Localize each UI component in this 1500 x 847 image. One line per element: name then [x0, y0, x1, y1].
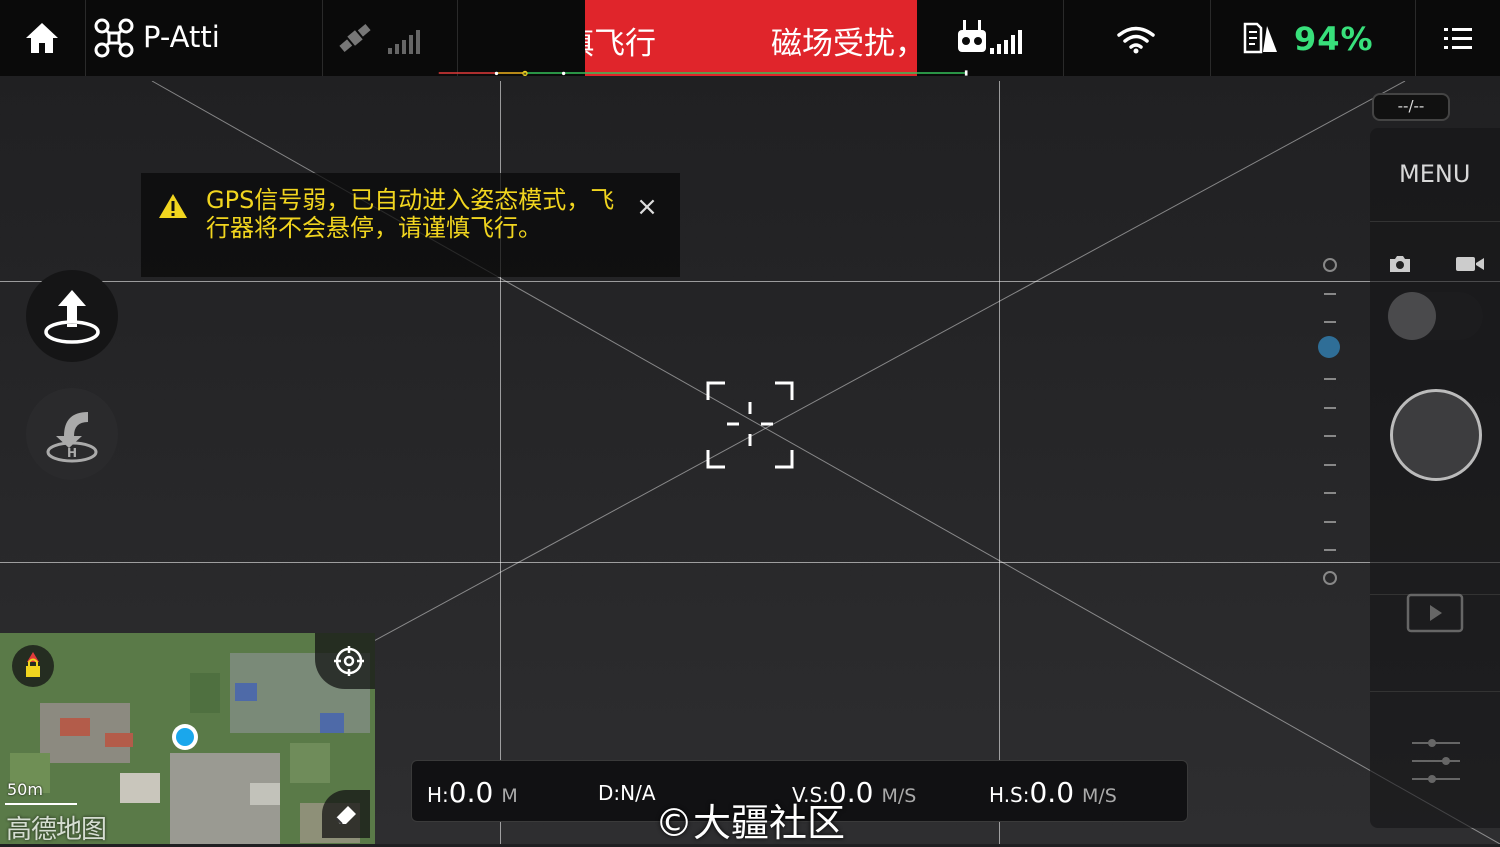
scale-tick	[1324, 549, 1336, 551]
return-home-button[interactable]: H	[26, 388, 118, 480]
eraser-icon	[335, 806, 356, 825]
battery-status[interactable]: 94%	[1210, 0, 1416, 76]
scale-tick	[1324, 521, 1336, 523]
home-icon	[26, 23, 58, 53]
map-lock-icon	[26, 652, 40, 677]
aircraft-icon	[94, 18, 134, 58]
map-recenter-button[interactable]	[315, 633, 375, 689]
shutter-button[interactable]	[1390, 389, 1482, 481]
scale-tick	[1324, 321, 1336, 323]
playback-icon[interactable]	[1406, 593, 1464, 633]
scale-tick	[1324, 492, 1336, 494]
photo-video-toggle[interactable]	[1387, 292, 1483, 340]
svg-text:H: H	[67, 446, 77, 460]
clear-path-button[interactable]	[322, 790, 370, 838]
warning-text-tail: 慎飞行	[585, 26, 656, 62]
gps-signal-bars-icon	[388, 30, 420, 54]
warning-triangle-icon	[159, 194, 187, 218]
scale-tick	[1324, 293, 1336, 295]
gimbal-position-indicator[interactable]	[1318, 336, 1340, 358]
watermark: ©大疆社区	[655, 801, 846, 845]
rc-signal-bars-icon	[990, 30, 1022, 54]
return-home-icon: H	[46, 412, 98, 463]
compass-lock-button[interactable]	[12, 645, 54, 687]
scale-tick	[1324, 378, 1336, 380]
list-menu-icon	[1444, 28, 1472, 49]
scale-top-marker	[1323, 258, 1337, 272]
map-provider-logo: 高德地图	[6, 815, 107, 844]
map-scale-bar	[5, 803, 77, 805]
takeoff-icon	[44, 290, 100, 344]
height-readout: H:0.0 M	[427, 776, 518, 809]
takeoff-button[interactable]	[26, 270, 118, 362]
gimbal-angle-readout: --/--	[1372, 93, 1450, 121]
center-reticle-icon	[706, 381, 794, 469]
mini-map[interactable]: 50m 高德地图	[0, 633, 375, 844]
scale-tick	[1324, 435, 1336, 437]
flight-mode-label: P-Atti	[143, 20, 220, 54]
video-mode-icon[interactable]	[1455, 255, 1485, 273]
settings-menu-button[interactable]	[1415, 0, 1500, 76]
scale-bottom-marker	[1323, 571, 1337, 585]
flight-distance-bar: H	[438, 70, 968, 76]
map-scale-label: 50m	[7, 780, 43, 799]
satellite-icon	[339, 24, 371, 52]
alert-message: GPS信号弱，已自动进入姿态模式，飞行器将不会悬停，请谨慎飞行。	[206, 186, 615, 242]
battery-icon	[1243, 22, 1277, 54]
svg-text:H: H	[523, 72, 526, 76]
scale-tick	[1324, 407, 1336, 409]
remote-controller-icon	[958, 20, 986, 52]
scale-tick	[1324, 464, 1336, 466]
aircraft-location-marker	[172, 724, 198, 750]
top-status-bar: P-Atti 慎飞行 磁场受扰，	[0, 0, 1500, 76]
home-button[interactable]	[0, 0, 86, 76]
gps-status[interactable]	[322, 0, 458, 76]
wifi-icon	[1117, 26, 1155, 54]
gps-weak-alert: GPS信号弱，已自动进入姿态模式，飞行器将不会悬停，请谨慎飞行。 ×	[141, 173, 680, 277]
battery-percentage: 94%	[1294, 20, 1374, 58]
alert-close-button[interactable]: ×	[635, 194, 659, 220]
flight-mode-indicator[interactable]: P-Atti	[85, 0, 323, 76]
distance-readout: D:N/A	[598, 781, 656, 805]
warning-text-head: 磁场受扰，	[771, 26, 917, 62]
camera-settings-sliders-icon[interactable]	[1410, 735, 1462, 783]
video-link-signal[interactable]	[1063, 0, 1211, 76]
status-warning-banner[interactable]: 慎飞行 磁场受扰，	[585, 0, 917, 76]
locate-target-icon	[334, 646, 364, 676]
camera-menu-button[interactable]: MENU	[1399, 160, 1470, 188]
remote-controller-signal[interactable]	[917, 0, 1064, 76]
photo-mode-icon[interactable]	[1388, 254, 1412, 274]
horizontal-speed-readout: H.S:0.0 M/S	[989, 776, 1117, 809]
